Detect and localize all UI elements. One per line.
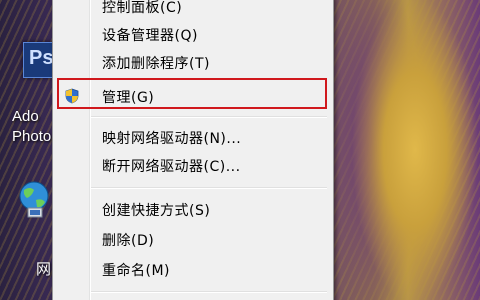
menu-item-disconnect-network-drive[interactable]: 断开网络驱动器(C)... [55, 153, 329, 177]
context-menu: 控制面板(C) 设备管理器(Q) 添加删除程序(T) 管理(G) 映射网络驱动器… [52, 0, 334, 300]
photoshop-label-line1: Ado [12, 108, 39, 125]
menu-item-rename[interactable]: 重命名(M) [55, 257, 329, 281]
menu-separator [91, 116, 327, 118]
menu-item-label: 删除(D) [102, 233, 155, 249]
menu-separator [91, 187, 327, 189]
menu-item-add-remove-programs[interactable]: 添加删除程序(T) [55, 50, 329, 74]
menu-separator [91, 291, 327, 293]
photoshop-icon[interactable]: Ps [23, 42, 55, 78]
network-label: 网 [36, 261, 52, 278]
menu-item-create-shortcut[interactable]: 创建快捷方式(S) [55, 197, 329, 221]
menu-item-delete[interactable]: 删除(D) [55, 227, 329, 251]
menu-item-label: 添加删除程序(T) [102, 56, 210, 72]
menu-item-label: 断开网络驱动器(C)... [102, 159, 241, 175]
menu-item-label: 控制面板(C) [102, 0, 183, 16]
menu-item-label: 创建快捷方式(S) [102, 203, 211, 219]
menu-item-map-network-drive[interactable]: 映射网络驱动器(N)... [55, 125, 329, 149]
menu-item-label: 重命名(M) [102, 263, 171, 279]
highlight-box [57, 78, 327, 109]
desktop-background: Ps Ado Photo 网 控制面板(C) 设备管理器(Q) 添加删除程序(T… [0, 0, 480, 300]
menu-item-device-manager[interactable]: 设备管理器(Q) [55, 22, 329, 46]
menu-item-control-panel[interactable]: 控制面板(C) [55, 0, 329, 18]
photoshop-glyph: Ps [29, 47, 54, 69]
menu-item-label: 设备管理器(Q) [102, 28, 198, 44]
network-globe-icon[interactable] [18, 180, 50, 220]
menu-item-label: 映射网络驱动器(N)... [102, 131, 242, 147]
photoshop-label-line2: Photo [12, 128, 52, 145]
